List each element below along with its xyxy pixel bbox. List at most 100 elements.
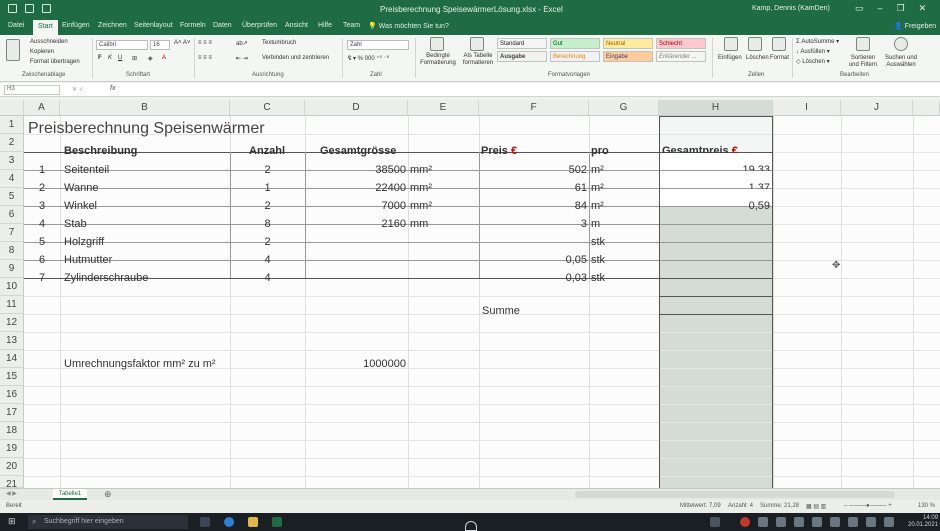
- font-name-select[interactable]: Calibri: [96, 40, 148, 50]
- cell-anzahl[interactable]: 4: [230, 251, 305, 269]
- factor-label[interactable]: Umrechnungsfaktor mm² zu m²: [64, 355, 216, 373]
- zoom-slider[interactable]: – ────●──── +: [844, 503, 892, 509]
- col-header-f[interactable]: F: [479, 100, 589, 116]
- file-explorer-icon[interactable]: [248, 517, 258, 527]
- col-header-j[interactable]: J: [841, 100, 913, 116]
- save-icon[interactable]: [8, 4, 17, 13]
- format-painter-button[interactable]: Format übertragen: [30, 59, 80, 65]
- cell-nr[interactable]: 1: [24, 161, 60, 179]
- maximize-icon[interactable]: ❐: [897, 3, 905, 14]
- tab-hilfe[interactable]: Hilfe: [318, 22, 332, 29]
- cortana-icon[interactable]: [465, 521, 477, 531]
- name-box[interactable]: H3: [4, 85, 60, 95]
- cell-name[interactable]: Winkel: [64, 197, 97, 215]
- tray-icon-9[interactable]: [866, 517, 876, 527]
- cell-nr[interactable]: 7: [24, 269, 60, 287]
- format-cells-icon[interactable]: [772, 37, 786, 51]
- row-header-15[interactable]: 15: [0, 368, 24, 386]
- row-header-3[interactable]: 3: [0, 152, 24, 170]
- cell-groesse[interactable]: 38500: [305, 161, 406, 179]
- cell-anzahl[interactable]: 4: [230, 269, 305, 287]
- align-left-icon[interactable]: ≡ ≡ ≡: [198, 55, 212, 61]
- row-header-8[interactable]: 8: [0, 242, 24, 260]
- find-select-button[interactable]: Suchen und Auswählen: [882, 55, 920, 69]
- cell-groesse[interactable]: 7000: [305, 197, 406, 215]
- cell-preis[interactable]: 84: [479, 197, 587, 215]
- cell-name[interactable]: Hutmutter: [64, 251, 112, 269]
- style-ausgabe[interactable]: Ausgabe: [497, 51, 547, 62]
- sheet-tab-tabelle1[interactable]: Tabelle1: [53, 489, 87, 500]
- row-header-19[interactable]: 19: [0, 440, 24, 458]
- sort-filter-icon[interactable]: [856, 37, 870, 51]
- cell-einheit[interactable]: mm²: [410, 161, 432, 179]
- add-sheet-icon[interactable]: ⊕: [104, 489, 112, 500]
- font-size-select[interactable]: 16: [150, 40, 170, 50]
- cell-einheit[interactable]: mm²: [410, 179, 432, 197]
- tab-team[interactable]: Team: [343, 22, 360, 29]
- copy-button[interactable]: Kopieren: [30, 49, 54, 55]
- row-header-14[interactable]: 14: [0, 350, 24, 368]
- cell-pro[interactable]: stk: [591, 251, 605, 269]
- taskbar-clock[interactable]: 14:09 20.01.2021: [908, 515, 938, 529]
- worksheet-grid[interactable]: A B C D E F G H I J 1 2 3 4 5 6 7 8 9 10: [0, 100, 940, 488]
- indent-icon[interactable]: ⇤ ⇥: [236, 55, 248, 62]
- header-preis[interactable]: Preis €: [481, 142, 517, 160]
- format-as-table-icon[interactable]: [470, 37, 484, 51]
- cell-groesse[interactable]: [305, 269, 406, 287]
- find-select-icon[interactable]: [894, 37, 908, 51]
- row-header-11[interactable]: 11: [0, 296, 24, 314]
- style-erklaerend[interactable]: Erklärender ...: [656, 51, 706, 62]
- col-header-h[interactable]: H: [659, 100, 773, 116]
- cell-preis[interactable]: 502: [479, 161, 587, 179]
- paste-icon[interactable]: [6, 39, 20, 61]
- merge-center-button[interactable]: Verbinden und zentrieren: [262, 55, 329, 61]
- delete-cells-icon[interactable]: [748, 37, 762, 51]
- row-header-9[interactable]: 9: [0, 260, 24, 278]
- cell-einheit[interactable]: mm²: [410, 197, 432, 215]
- summe-label[interactable]: Summe: [482, 302, 520, 320]
- cell-gesamt[interactable]: [659, 215, 770, 233]
- cut-button[interactable]: Ausschneiden: [30, 39, 68, 45]
- font-grow-icon[interactable]: A˄ A˅: [174, 40, 190, 46]
- sheet-nav-icon[interactable]: ◀ ▶: [6, 490, 17, 497]
- taskbar-search-input[interactable]: Suchbegriff hier eingeben: [28, 515, 188, 529]
- tab-datei[interactable]: Datei: [8, 22, 24, 29]
- row-header-2[interactable]: 2: [0, 134, 24, 152]
- row-header-4[interactable]: 4: [0, 170, 24, 188]
- share-button[interactable]: 👤 Freigeben: [894, 22, 936, 30]
- row-header-10[interactable]: 10: [0, 278, 24, 296]
- cell-groesse[interactable]: [305, 251, 406, 269]
- cell-pro[interactable]: m: [591, 215, 600, 233]
- cell-nr[interactable]: 5: [24, 233, 60, 251]
- clear-button[interactable]: ◇ Löschen ▾: [796, 58, 830, 65]
- tab-einfuegen[interactable]: Einfügen: [62, 22, 90, 29]
- col-header-b[interactable]: B: [60, 100, 230, 116]
- cell-pro[interactable]: stk: [591, 269, 605, 287]
- delete-cells-button[interactable]: Löschen: [746, 55, 769, 61]
- tab-zeichnen[interactable]: Zeichnen: [98, 22, 127, 29]
- cell-gesamt[interactable]: [659, 233, 770, 251]
- tray-icon-7[interactable]: [830, 517, 840, 527]
- format-cells-button[interactable]: Format: [770, 55, 789, 61]
- style-gut[interactable]: Gut: [550, 38, 600, 49]
- cell-einheit[interactable]: mm: [410, 215, 428, 233]
- tray-icon-5[interactable]: [794, 517, 804, 527]
- cell-name[interactable]: Zylinderschraube: [64, 269, 148, 287]
- style-berechnung[interactable]: Berechnung: [550, 51, 600, 62]
- tray-icon-2[interactable]: [740, 517, 750, 527]
- insert-cells-button[interactable]: Einfügen: [718, 55, 742, 61]
- close-icon[interactable]: ✕: [919, 3, 927, 14]
- cell-pro[interactable]: m²: [591, 197, 604, 215]
- format-as-table-button[interactable]: Als Tabelle formatieren: [458, 53, 498, 67]
- tray-icon-6[interactable]: [812, 517, 822, 527]
- header-beschreibung[interactable]: Beschreibung: [64, 142, 137, 160]
- conditional-format-button[interactable]: Bedingte Formatierung: [418, 53, 458, 67]
- number-format-select[interactable]: Zahl: [347, 40, 409, 50]
- percent-icon[interactable]: ₠ ▾ % 000 ⁺⁰ ⁻⁰: [348, 55, 389, 62]
- cell-groesse[interactable]: 22400: [305, 179, 406, 197]
- select-all-corner[interactable]: [0, 100, 24, 116]
- align-top-icon[interactable]: ≡ ≡ ≡: [198, 40, 212, 46]
- orientation-icon[interactable]: ab↗: [236, 40, 248, 47]
- cell-anzahl[interactable]: 2: [230, 197, 305, 215]
- cell-gesamt[interactable]: 0,59: [659, 197, 770, 215]
